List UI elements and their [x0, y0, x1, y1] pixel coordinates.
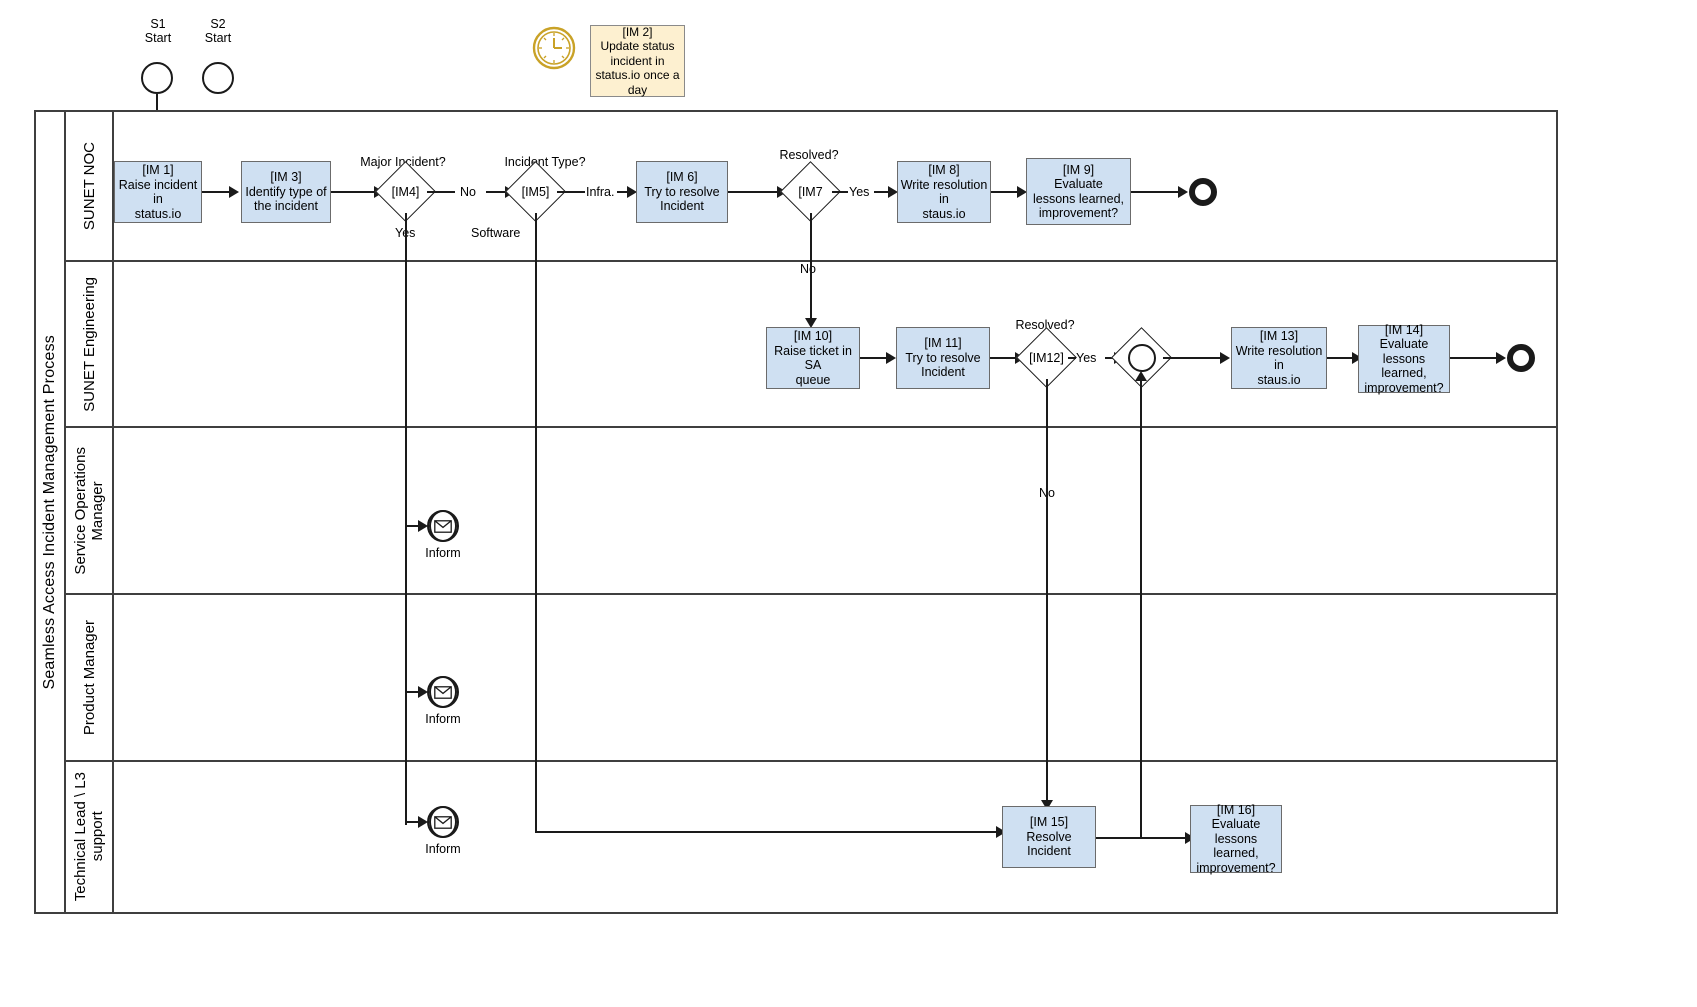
flow-im13-to-im14: [1327, 357, 1355, 359]
flow-label-im12-yes: Yes: [1076, 351, 1097, 365]
gateway-im7-caption: Resolved?: [779, 148, 839, 162]
lane-service-operations-manager: Service Operations Manager: [66, 428, 1556, 595]
flow-im14-to-end: [1450, 357, 1500, 359]
pool-title-text: Seamless Access Incident Management Proc…: [41, 334, 58, 690]
lane-technical-lead-title: Technical Lead \ L3 support: [66, 762, 114, 912]
flow-im5-software-v: [535, 213, 537, 833]
flow-im4-yes-trunk: [405, 213, 407, 825]
task-im14[interactable]: [IM 14] Evaluate lessons learned, improv…: [1358, 323, 1450, 395]
text-annotation-im2: [IM 2] Update status incident in status.…: [590, 25, 685, 97]
task-im11[interactable]: [IM 11] Try to resolve Incident: [896, 327, 990, 389]
flow-arrowhead: [886, 352, 896, 364]
pool-title: Seamless Access Incident Management Proc…: [36, 112, 66, 912]
flow-arrowhead: [1178, 186, 1188, 198]
task-im16[interactable]: [IM 16] Evaluate lessons learned, improv…: [1190, 803, 1282, 875]
task-im3[interactable]: [IM 3] Identify type of the incident: [241, 161, 331, 223]
flow-arrowhead: [229, 186, 239, 198]
gateway-im12[interactable]: [IM12]: [1016, 327, 1077, 388]
flow-im11-to-im12: [990, 357, 1018, 359]
start-event-s1[interactable]: [141, 62, 173, 94]
task-im10[interactable]: [IM 10] Raise ticket in SA queue: [766, 327, 860, 389]
flow-im10-to-im11: [860, 357, 888, 359]
flow-im15-to-im16: [1096, 837, 1190, 839]
start-event-s2[interactable]: [202, 62, 234, 94]
flow-label-im4-no: No: [460, 185, 476, 199]
gateway-im5-caption: Incident Type?: [504, 155, 586, 169]
gateway-im4[interactable]: [IM4]: [375, 161, 436, 222]
pool-seamless-access: Seamless Access Incident Management Proc…: [34, 110, 1558, 914]
start-event-s2-label: S2 Start: [204, 17, 232, 45]
message-event-inform-product-manager-label: Inform: [425, 712, 461, 726]
envelope-icon: [429, 676, 457, 708]
gateway-im4-label: [IM4]: [391, 184, 420, 199]
task-im6[interactable]: [IM 6] Try to resolve Incident: [636, 161, 728, 223]
task-im15[interactable]: [IM 15] Resolve Incident: [1002, 806, 1096, 868]
flow-im8-to-im9: [991, 191, 1019, 193]
message-event-inform-service-ops[interactable]: [427, 510, 459, 542]
flow-im12-yes-a: [1068, 357, 1076, 359]
gateway-im5-label: [IM5]: [521, 184, 550, 199]
flow-im12-no-v: [1046, 379, 1048, 803]
flow-im3-to-im4: [331, 191, 376, 193]
flow-im1-to-im3: [202, 191, 230, 193]
flow-im4-no-a: [427, 191, 455, 193]
message-event-inform-service-ops-label: Inform: [425, 546, 461, 560]
lane-sunet-noc-title: SUNET NOC: [66, 112, 114, 260]
task-im13[interactable]: [IM 13] Write resolution in staus.io: [1231, 327, 1327, 389]
flow-arrowhead: [1135, 371, 1147, 381]
lane-product-manager: Product Manager: [66, 595, 1556, 762]
flow-im15-to-merge-v: [1140, 379, 1142, 837]
flow-im6-to-im7: [728, 191, 780, 193]
start-event-s1-label: S1 Start: [144, 17, 172, 45]
flow-arrowhead: [1220, 352, 1230, 364]
message-event-inform-technical-lead[interactable]: [427, 806, 459, 838]
envelope-icon: [429, 510, 457, 542]
flow-label-im5-software: Software: [471, 226, 521, 240]
flow-im7-yes-a: [832, 191, 848, 193]
task-im8[interactable]: [IM 8] Write resolution in staus.io: [897, 161, 991, 223]
task-im9[interactable]: [IM 9] Evaluate lessons learned, improve…: [1026, 158, 1131, 225]
lane-sunet-engineering-title: SUNET Engineering: [66, 262, 114, 426]
message-event-inform-product-manager[interactable]: [427, 676, 459, 708]
message-event-inform-technical-lead-label: Inform: [425, 842, 461, 856]
flow-label-im7-yes: Yes: [849, 185, 870, 199]
flow-arrowhead: [1496, 352, 1506, 364]
envelope-icon: [429, 806, 457, 838]
end-event-noc[interactable]: [1189, 178, 1217, 206]
flow-label-im5-infra: Infra.: [586, 185, 615, 199]
gateway-im5[interactable]: [IM5]: [505, 161, 566, 222]
flow-label-im7-no: No: [800, 262, 816, 276]
gateway-im7-label: [IM7: [798, 184, 823, 199]
lane-product-manager-title: Product Manager: [66, 595, 114, 760]
end-event-eng[interactable]: [1507, 344, 1535, 372]
flow-im7-no-v: [810, 213, 812, 320]
gateway-im12-label: [IM12]: [1029, 350, 1064, 365]
bpmn-diagram-canvas: S1 Start S2 Start [IM 2] Update status i…: [0, 0, 1697, 1007]
gateway-im7[interactable]: [IM7: [780, 161, 841, 222]
gateway-merge-ring: [1127, 343, 1156, 372]
clock-icon: [532, 26, 576, 70]
lane-technical-lead: Technical Lead \ L3 support: [66, 762, 1556, 912]
task-im1[interactable]: [IM 1] Raise incident in status.io: [114, 161, 202, 223]
flow-im9-to-end: [1131, 191, 1183, 193]
flow-merge-to-im13: [1163, 357, 1225, 359]
lane-service-operations-manager-title: Service Operations Manager: [66, 428, 114, 593]
flow-im5-software-h: [535, 831, 1002, 833]
flow-im5-infra-a: [557, 191, 585, 193]
